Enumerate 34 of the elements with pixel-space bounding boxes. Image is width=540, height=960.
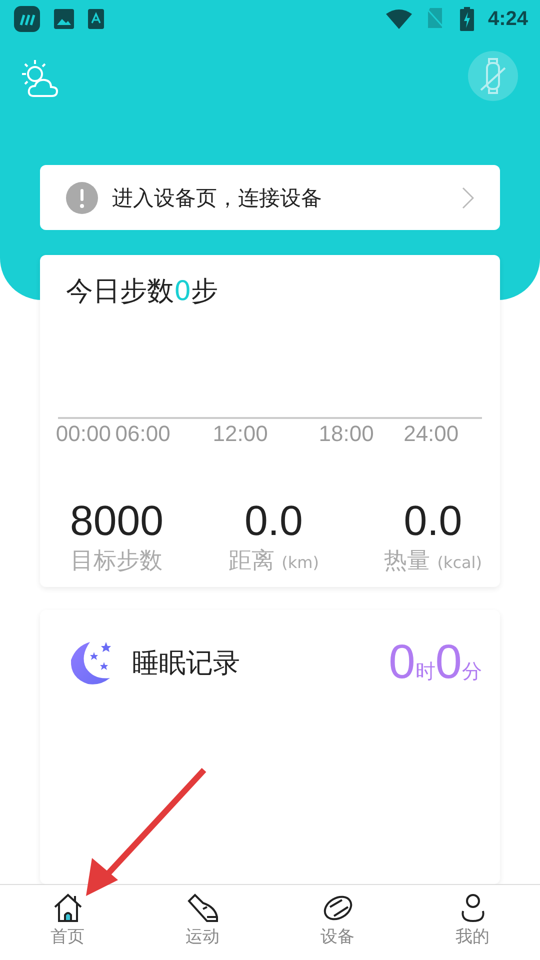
exclamation-icon xyxy=(66,182,98,214)
band-disconnected-icon xyxy=(479,58,507,94)
time-axis-label: 06:00 xyxy=(115,421,170,447)
stat-label: 距离 (km) xyxy=(228,547,319,576)
app-icon xyxy=(14,6,40,32)
hours-unit: 时 xyxy=(415,658,436,685)
stat-label: 目标步数 xyxy=(70,547,163,576)
time-axis-label: 24:00 xyxy=(404,421,459,447)
nav-tab[interactable]: 设备 xyxy=(270,885,405,960)
stat-value: 0.0 xyxy=(244,497,303,545)
time-axis-label: 00:00 xyxy=(56,421,111,447)
keyboard-icon xyxy=(88,9,104,29)
chevron-right-icon xyxy=(462,186,474,208)
sleep-minutes: 0 xyxy=(435,635,462,690)
time-axis-label: 18:00 xyxy=(318,421,374,447)
connect-device-banner[interactable]: 进入设备页，连接设备 xyxy=(40,165,500,230)
stat-value: 8000 xyxy=(70,497,164,545)
steps-title: 今日步数0步 xyxy=(66,275,220,309)
stat-value: 0.0 xyxy=(404,497,462,545)
image-icon xyxy=(54,9,74,29)
device-button[interactable] xyxy=(468,51,518,101)
battery-charging-icon xyxy=(460,7,474,31)
notice-text: 进入设备页，连接设备 xyxy=(112,184,323,212)
time-axis-label: 12:00 xyxy=(212,421,268,447)
nav-tab[interactable]: 运动 xyxy=(135,885,270,960)
nav-tab[interactable]: 首页 xyxy=(0,885,135,960)
nav-tab[interactable]: 我的 xyxy=(405,885,540,960)
minutes-unit: 分 xyxy=(462,658,482,685)
stat-label: 热量 (kcal) xyxy=(384,547,482,576)
moon-stars-icon xyxy=(68,640,112,686)
status-time: 4:24 xyxy=(488,8,528,30)
sleep-hours: 0 xyxy=(388,635,416,690)
wifi-icon xyxy=(386,9,412,29)
sleep-title: 睡眠记录 xyxy=(132,646,241,680)
